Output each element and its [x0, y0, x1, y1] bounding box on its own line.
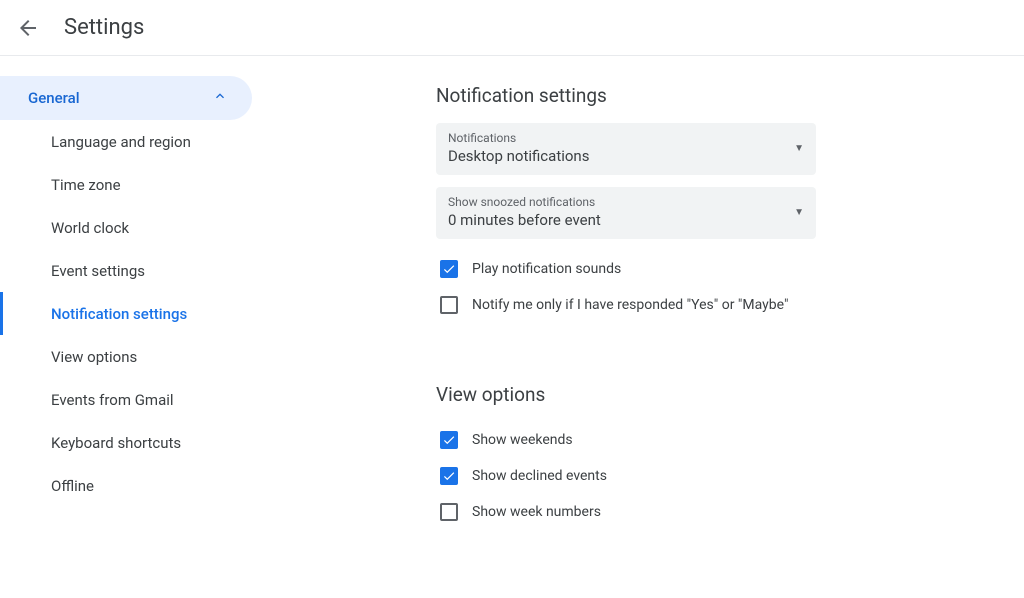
caret-down-icon: ▼ — [794, 207, 804, 218]
sidebar-item-viewoptions[interactable]: View options — [0, 335, 260, 378]
check-icon — [442, 262, 456, 276]
show-weeknumbers-checkbox[interactable] — [440, 503, 458, 521]
dropdown-label: Show snoozed notifications — [448, 195, 601, 209]
back-button[interactable] — [8, 8, 48, 48]
dropdown-value: Desktop notifications — [448, 147, 589, 165]
page-title: Settings — [64, 15, 144, 40]
dropdown-label: Notifications — [448, 131, 589, 145]
view-options-section-title: View options — [436, 383, 996, 406]
sidebar-item-worldclock[interactable]: World clock — [0, 206, 260, 249]
sidebar-item-language[interactable]: Language and region — [0, 120, 260, 163]
check-icon — [442, 433, 456, 447]
checkbox-label: Show weekends — [472, 432, 573, 448]
sidebar-section-label: General — [28, 89, 80, 107]
play-sounds-checkbox[interactable] — [440, 260, 458, 278]
dropdown-value: 0 minutes before event — [448, 211, 601, 229]
sidebar-item-offline[interactable]: Offline — [0, 464, 260, 507]
check-icon — [442, 469, 456, 483]
notifications-section-title: Notification settings — [436, 84, 996, 107]
chevron-up-icon — [212, 88, 228, 108]
notifications-dropdown[interactable]: Notifications Desktop notifications ▼ — [436, 123, 816, 175]
checkbox-label: Show week numbers — [472, 504, 601, 520]
sidebar-item-notification[interactable]: Notification settings — [0, 292, 260, 335]
sidebar-item-eventsettings[interactable]: Event settings — [0, 249, 260, 292]
sidebar-section-general[interactable]: General — [0, 76, 252, 120]
sidebar-item-timezone[interactable]: Time zone — [0, 163, 260, 206]
content: Notification settings Notifications Desk… — [260, 56, 1024, 598]
checkbox-label: Notify me only if I have responded "Yes"… — [472, 297, 788, 313]
checkbox-label: Show declined events — [472, 468, 607, 484]
show-declined-checkbox[interactable] — [440, 467, 458, 485]
checkbox-label: Play notification sounds — [472, 261, 621, 277]
show-weekends-checkbox[interactable] — [440, 431, 458, 449]
snoozed-dropdown[interactable]: Show snoozed notifications 0 minutes bef… — [436, 187, 816, 239]
header: Settings — [0, 0, 1024, 56]
sidebar-item-gmail[interactable]: Events from Gmail — [0, 378, 260, 421]
notify-responded-checkbox[interactable] — [440, 296, 458, 314]
sidebar-item-shortcuts[interactable]: Keyboard shortcuts — [0, 421, 260, 464]
arrow-back-icon — [16, 16, 40, 40]
sidebar: General Language and region Time zone Wo… — [0, 56, 260, 598]
caret-down-icon: ▼ — [794, 143, 804, 154]
